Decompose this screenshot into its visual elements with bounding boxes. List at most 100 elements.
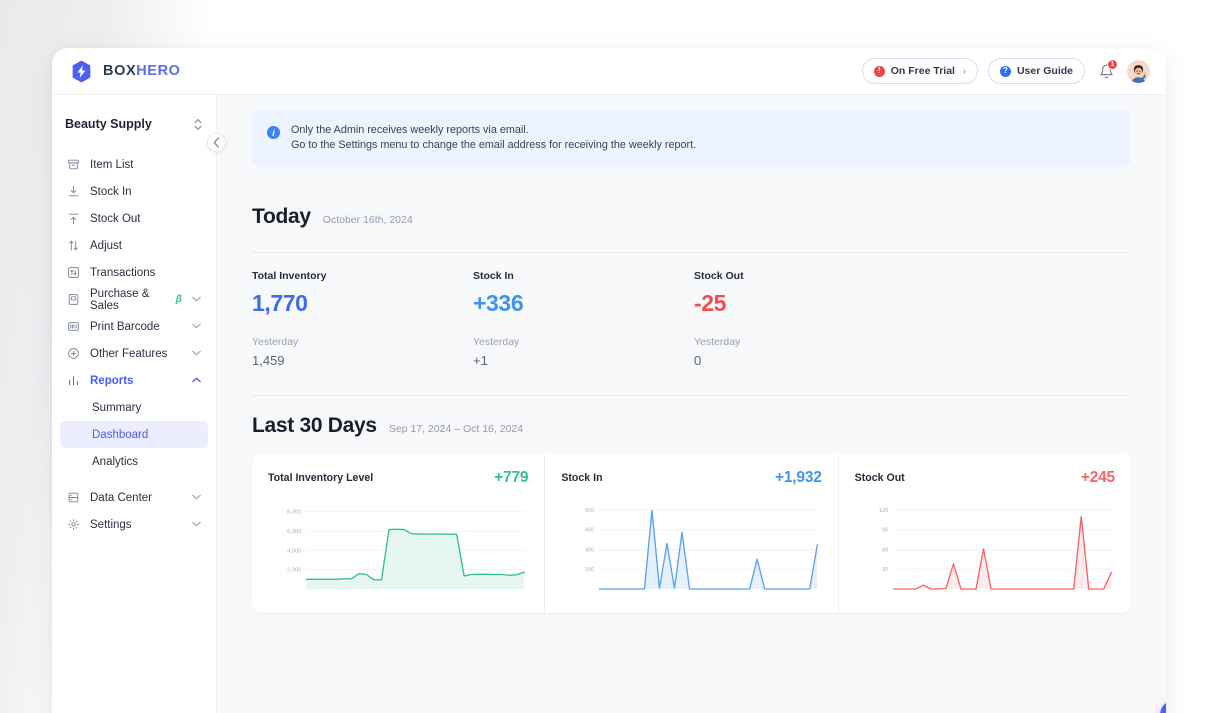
avatar[interactable] xyxy=(1127,60,1150,83)
sidebar-item-label: Summary xyxy=(92,402,141,414)
arrow-down-tray-icon xyxy=(67,185,80,198)
sidebar-item-label: Dashboard xyxy=(92,429,148,441)
stat-value: -25 xyxy=(694,290,915,317)
info-banner-text: Only the Admin receives weekly reports v… xyxy=(291,123,696,154)
chart-title: Stock Out xyxy=(855,472,905,484)
stat-label: Total Inventory xyxy=(252,270,473,282)
sidebar-item-item-list[interactable]: Item List xyxy=(60,151,208,178)
sidebar: Beauty Supply Item List xyxy=(52,95,217,713)
stat-total-inventory: Total Inventory 1,770 Yesterday 1,459 xyxy=(252,270,473,368)
chevron-down-icon xyxy=(192,520,201,529)
sidebar-item-label: Transactions xyxy=(90,267,155,279)
chart-plot-area: 150 300 450 600 xyxy=(561,496,821,601)
stat-sub-value: +1 xyxy=(473,353,694,368)
stat-stock-out: Stock Out -25 Yesterday 0 xyxy=(694,270,915,368)
last30-title: Last 30 Days xyxy=(252,414,377,438)
sidebar-item-adjust[interactable]: Adjust xyxy=(60,232,208,259)
svg-text:6,000: 6,000 xyxy=(287,529,301,535)
chart-title: Stock In xyxy=(561,472,602,484)
chart-card-stock-out: Stock Out +245 306090120 xyxy=(838,454,1131,613)
sidebar-item-transactions[interactable]: Transactions xyxy=(60,259,208,286)
top-bar-actions: ! On Free Trial › ? User Guide 1 xyxy=(862,58,1150,84)
bar-chart-icon xyxy=(67,374,80,387)
sidebar-nav: Item List Stock In xyxy=(52,151,216,538)
stat-stock-in: Stock In +336 Yesterday +1 xyxy=(473,270,694,368)
stat-value: 1,770 xyxy=(252,290,473,317)
beta-badge: β xyxy=(176,294,182,305)
svg-text:4,000: 4,000 xyxy=(287,548,301,554)
sidebar-item-summary[interactable]: Summary xyxy=(60,394,208,421)
stat-sub-value: 1,459 xyxy=(252,353,473,368)
svg-text:8,000: 8,000 xyxy=(287,509,301,515)
nav-spacer xyxy=(60,475,208,484)
sidebar-item-purchase-and-sales[interactable]: Purchase & Sales β xyxy=(60,286,208,313)
sidebar-item-label: Analytics xyxy=(92,456,138,468)
plus-circle-icon xyxy=(67,347,80,360)
brand-word-hero: HERO xyxy=(136,63,180,79)
last30-divider xyxy=(252,395,1131,396)
chart-card-stock-in: Stock In +1,932 150 300 450 600 xyxy=(544,454,837,613)
user-guide-button[interactable]: ? User Guide xyxy=(988,58,1085,84)
sidebar-item-label: Purchase & Sales xyxy=(90,288,163,312)
receipt-icon xyxy=(67,293,80,306)
svg-text:90: 90 xyxy=(882,527,888,533)
sidebar-item-label: Print Barcode xyxy=(90,321,160,333)
chart-card-header: Stock In +1,932 xyxy=(561,469,821,487)
chart-cards: Total Inventory Level +779 2,0004,0006,0… xyxy=(252,454,1131,613)
chart-title: Total Inventory Level xyxy=(268,472,373,484)
chevron-down-icon xyxy=(192,295,201,304)
stat-sub-value: 0 xyxy=(694,353,915,368)
user-guide-label: User Guide xyxy=(1017,65,1073,77)
screen: BOXHERO ! On Free Trial › ? User Guide xyxy=(0,0,1216,713)
workspace-switcher[interactable]: Beauty Supply xyxy=(65,107,206,141)
brand-logo[interactable]: BOXHERO xyxy=(69,59,181,84)
stat-label: Stock In xyxy=(473,270,694,282)
sidebar-item-stock-out[interactable]: Stock Out xyxy=(60,205,208,232)
question-circle-icon: ? xyxy=(1000,66,1011,77)
sidebar-item-analytics[interactable]: Analytics xyxy=(60,448,208,475)
today-stats: Total Inventory 1,770 Yesterday 1,459 St… xyxy=(252,270,1131,368)
chevron-right-icon: › xyxy=(963,66,966,76)
notifications-button[interactable]: 1 xyxy=(1095,60,1117,82)
transactions-icon xyxy=(67,266,80,279)
stat-value: +336 xyxy=(473,290,694,317)
notification-badge: 1 xyxy=(1107,59,1118,70)
svg-text:300: 300 xyxy=(585,547,594,553)
sidebar-collapse-button[interactable] xyxy=(207,133,226,152)
sidebar-item-label: Data Center xyxy=(90,492,152,504)
database-icon xyxy=(67,491,80,504)
sidebar-item-label: Stock Out xyxy=(90,213,141,225)
sidebar-item-label: Other Features xyxy=(90,348,167,360)
svg-text:150: 150 xyxy=(585,567,594,573)
brand-word-box: BOX xyxy=(103,63,136,79)
free-trial-button[interactable]: ! On Free Trial › xyxy=(862,58,978,84)
info-banner-line-2: Go to the Settings menu to change the em… xyxy=(291,138,696,153)
info-banner-line-1: Only the Admin receives weekly reports v… xyxy=(291,123,696,138)
main-content: i Only the Admin receives weekly reports… xyxy=(217,95,1166,713)
stat-sub-label: Yesterday xyxy=(252,336,473,348)
brand-wordmark: BOXHERO xyxy=(103,63,181,79)
sidebar-item-label: Item List xyxy=(90,159,133,171)
free-trial-label: On Free Trial xyxy=(891,65,955,77)
chevron-up-down-icon xyxy=(194,118,202,131)
stat-sub-label: Yesterday xyxy=(473,336,694,348)
svg-text:60: 60 xyxy=(882,547,888,553)
sidebar-item-data-center[interactable]: Data Center xyxy=(60,484,208,511)
sidebar-item-reports[interactable]: Reports xyxy=(60,367,208,394)
chart-delta: +245 xyxy=(1081,469,1115,487)
stat-label: Stock Out xyxy=(694,270,915,282)
info-circle-icon: i xyxy=(267,126,280,139)
last30-section-header: Last 30 Days Sep 17, 2024 – Oct 16, 2024 xyxy=(252,414,1131,438)
chevron-up-icon xyxy=(192,376,201,385)
sidebar-item-other-features[interactable]: Other Features xyxy=(60,340,208,367)
chevron-down-icon xyxy=(192,322,201,331)
sidebar-item-print-barcode[interactable]: Print Barcode xyxy=(60,313,208,340)
sidebar-item-dashboard[interactable]: Dashboard xyxy=(60,421,208,448)
sidebar-item-stock-in[interactable]: Stock In xyxy=(60,178,208,205)
sidebar-item-settings[interactable]: Settings xyxy=(60,511,208,538)
svg-text:600: 600 xyxy=(585,508,594,514)
archive-box-icon xyxy=(67,158,80,171)
sidebar-item-label: Stock In xyxy=(90,186,132,198)
arrow-up-tray-icon xyxy=(67,212,80,225)
svg-text:450: 450 xyxy=(585,527,594,533)
